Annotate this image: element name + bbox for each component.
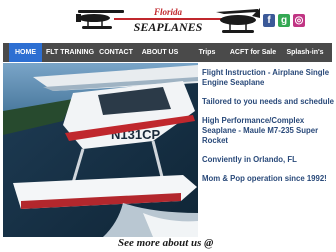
seaplane-photo: N131CP [3,63,198,237]
see-more-heading: See more about us @ [118,237,214,249]
nav-home[interactable]: HOME [9,43,42,62]
intro-item: Conviently in Orlando, FL [202,155,297,164]
intro-item: Flight Instruction - Airplane Single Eng… [202,68,330,87]
florida-seaplanes-logo[interactable]: Florida SEAPLANES [74,4,260,38]
nav-flt-training[interactable]: FLT TRAINING [45,43,95,62]
main-nav: HOME FLT TRAINING CONTACT ABOUT US Trips… [3,43,332,62]
site-header: Florida SEAPLANES f g ◎ [0,0,336,42]
nav-about-us[interactable]: ABOUT US [137,43,183,62]
instagram-icon[interactable]: ◎ [293,14,305,27]
facebook-icon[interactable]: f [263,14,275,27]
nav-trips[interactable]: Trips [195,43,219,62]
intro-text: Flight Instruction - Airplane Single Eng… [202,68,334,193]
nav-splash-ins[interactable]: Splash-in's [283,43,327,62]
logo-title-seaplanes: SEAPLANES [134,20,203,34]
intro-item: High Performance/Complex Seaplane - Maul… [202,116,319,145]
logo-title-florida: Florida [153,7,183,17]
intro-item: Tailored to you needs and schedule [202,97,334,106]
nav-acft-for-sale[interactable]: ACFT for Sale [229,43,277,62]
intro-item: Mom & Pop operation since 1992! [202,174,327,183]
nav-contact[interactable]: CONTACT [99,43,133,62]
google-plus-icon[interactable]: g [278,14,290,27]
right-seaplane-graphic [216,8,260,33]
